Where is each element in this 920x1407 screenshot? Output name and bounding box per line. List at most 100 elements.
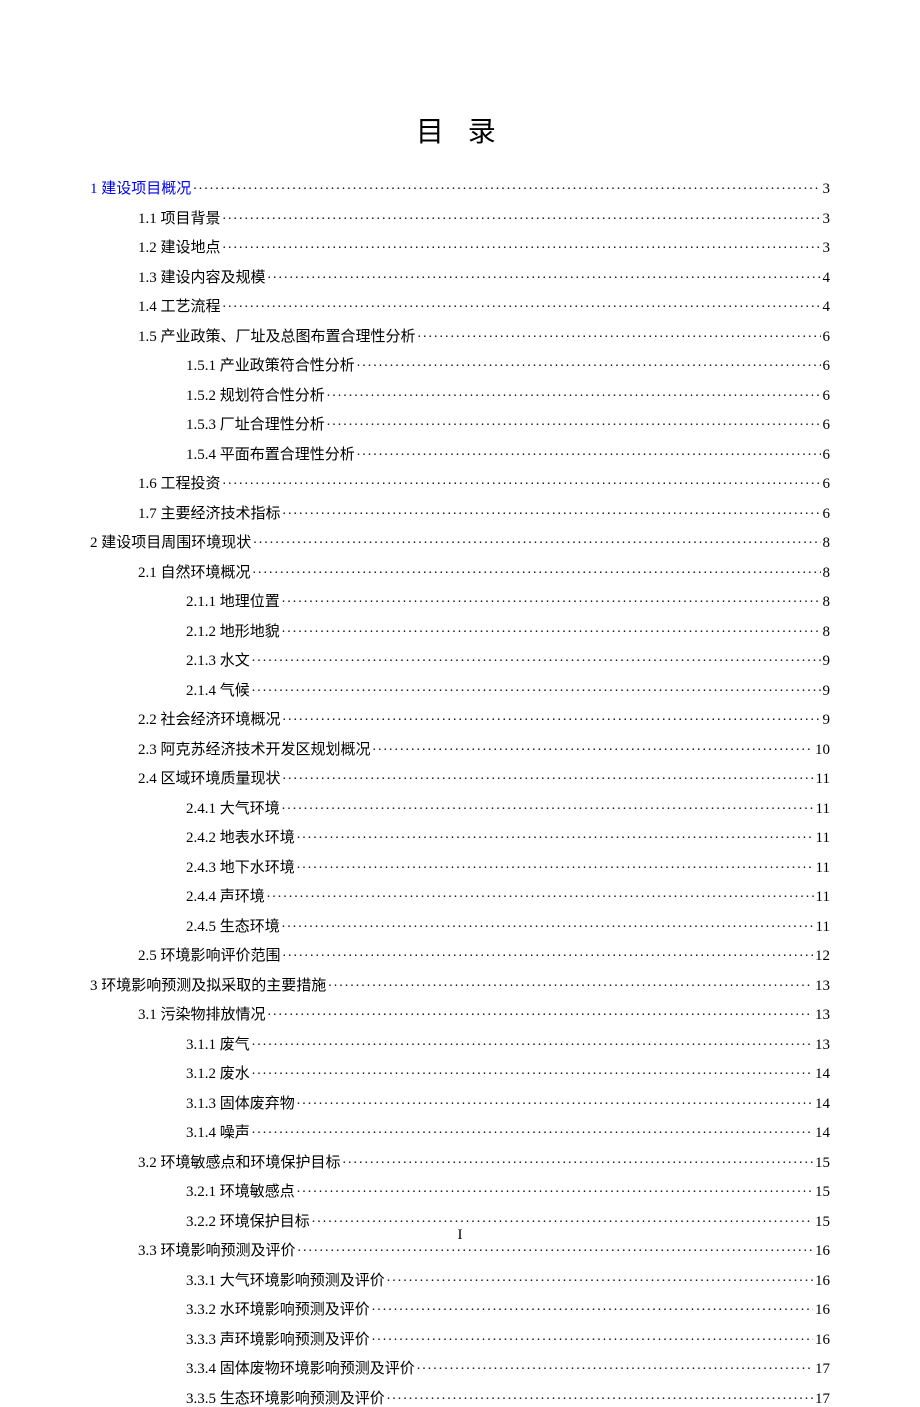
toc-leader-dots: [252, 1122, 813, 1137]
toc-entry-label: 2.4.2 地表水环境: [186, 831, 295, 846]
toc-entry-label: 3.3.2 水环境影响预测及评价: [186, 1303, 370, 1318]
toc-entry-label: 2.4.5 生态环境: [186, 920, 280, 935]
toc-entry: 1.7 主要经济技术指标 6: [90, 503, 830, 522]
toc-entry-page: 9: [823, 654, 831, 669]
toc-entry-page: 14: [815, 1097, 830, 1112]
toc-entry-label: 2.4 区域环境质量现状: [138, 772, 281, 787]
toc-entry: 2 建设项目周围环境现状8: [90, 532, 830, 551]
toc-leader-dots: [372, 1329, 813, 1344]
toc-leader-dots: [297, 1181, 813, 1196]
toc-entry-label: 3.2.1 环境敏感点: [186, 1185, 295, 1200]
toc-leader-dots: [357, 444, 821, 459]
toc-entry-label: 2.5 环境影响评价范围: [138, 949, 281, 964]
toc-entry-page: 13: [815, 1038, 830, 1053]
toc-entry-page: 9: [823, 713, 831, 728]
toc-entry: 2.3 阿克苏经济技术开发区规划概况 10: [90, 739, 830, 758]
toc-leader-dots: [252, 1034, 813, 1049]
toc-entry-page: 16: [815, 1244, 830, 1259]
toc-entry: 1.5.1 产业政策符合性分析6: [90, 355, 830, 374]
toc-entry-page: 15: [815, 1185, 830, 1200]
toc-entry[interactable]: 1 建设项目概况 3: [90, 178, 830, 197]
toc-entry-label: 1.6 工程投资: [138, 477, 221, 492]
toc-entry: 2.1.2 地形地貌8: [90, 621, 830, 640]
toc-entry-label: 3.1.1 废气: [186, 1038, 250, 1053]
toc-entry: 2.1.1 地理位置 8: [90, 591, 830, 610]
toc-entry: 3.1.3 固体废弃物14: [90, 1093, 830, 1112]
toc-entry-page: 14: [815, 1067, 830, 1082]
toc-leader-dots: [418, 326, 821, 341]
toc-entry-page: 6: [823, 448, 831, 463]
toc-entry: 3.1.2 废水14: [90, 1063, 830, 1082]
toc-entry-page: 8: [823, 536, 831, 551]
toc-leader-dots: [283, 945, 813, 960]
toc-entry: 2.1.4 气候 9: [90, 680, 830, 699]
toc-leader-dots: [417, 1358, 813, 1373]
toc-entry-label[interactable]: 1 建设项目概况: [90, 182, 191, 197]
toc-entry-label: 1.5.4 平面布置合理性分析: [186, 448, 355, 463]
toc-leader-dots: [252, 1063, 813, 1078]
toc-entry-label: 1.1 项目背景: [138, 212, 221, 227]
toc-entry-page: 13: [815, 979, 830, 994]
toc-entry-page: 13: [815, 1008, 830, 1023]
toc-entry-page: 8: [823, 595, 831, 610]
toc-entry-label: 2.4.4 声环境: [186, 890, 265, 905]
toc-leader-dots: [253, 532, 820, 547]
toc-leader-dots: [297, 1093, 813, 1108]
toc-entry-label: 2.1 自然环境概况: [138, 566, 251, 581]
toc-entry-page: 6: [823, 330, 831, 345]
toc-leader-dots: [327, 414, 821, 429]
toc-entry: 3.1.1 废气 13: [90, 1034, 830, 1053]
toc-leader-dots: [283, 768, 814, 783]
toc-entry: 2.1 自然环境概况 8: [90, 562, 830, 581]
toc-entry-label: 2.1.4 气候: [186, 684, 250, 699]
toc-leader-dots: [282, 621, 821, 636]
toc-leader-dots: [268, 267, 821, 282]
toc-leader-dots: [343, 1152, 813, 1167]
toc-entry-page: 3: [823, 241, 831, 256]
toc-entry: 2.4.4 声环境11: [90, 886, 830, 905]
toc-entry-label: 2.2 社会经济环境概况: [138, 713, 281, 728]
toc-entry: 1.4 工艺流程4: [90, 296, 830, 315]
toc-entry-label: 1.7 主要经济技术指标: [138, 507, 281, 522]
toc-entry-page: 17: [815, 1362, 830, 1377]
toc-entry-label: 3.1.4 噪声: [186, 1126, 250, 1141]
toc-leader-dots: [312, 1211, 813, 1226]
toc-entry-label: 2.4.1 大气环境: [186, 802, 280, 817]
toc-leader-dots: [328, 975, 813, 990]
toc-entry-label: 2.4.3 地下水环境: [186, 861, 295, 876]
toc-entry-page: 9: [823, 684, 831, 699]
toc-entry-label: 3 环境影响预测及拟采取的主要措施: [90, 979, 326, 994]
toc-entry-label: 1.5 产业政策、厂址及总图布置合理性分析: [138, 330, 416, 345]
toc-entry-page: 16: [815, 1303, 830, 1318]
page-title: 目 录: [90, 110, 830, 150]
toc-entry: 3.3.5 生态环境影响预测及评价 17: [90, 1388, 830, 1407]
toc-entry: 1.5 产业政策、厂址及总图布置合理性分析 6: [90, 326, 830, 345]
toc-entry-page: 10: [815, 743, 830, 758]
toc-entry-page: 8: [823, 625, 831, 640]
toc-entry: 3.3.1 大气环境影响预测及评价16: [90, 1270, 830, 1289]
toc-entry-label: 1.5.3 厂址合理性分析: [186, 418, 325, 433]
toc-entry-page: 4: [823, 271, 831, 286]
toc-entry-page: 15: [815, 1156, 830, 1171]
toc-leader-dots: [193, 178, 820, 193]
toc-entry-page: 8: [823, 566, 831, 581]
toc-entry-label: 1.2 建设地点: [138, 241, 221, 256]
toc-entry: 2.4 区域环境质量现状11: [90, 768, 830, 787]
toc-entry: 1.5.3 厂址合理性分析6: [90, 414, 830, 433]
toc-leader-dots: [282, 591, 821, 606]
toc-entry-label: 3.3 环境影响预测及评价: [138, 1244, 296, 1259]
toc-entry-label: 3.3.1 大气环境影响预测及评价: [186, 1274, 385, 1289]
toc-entry-page: 17: [815, 1392, 830, 1407]
toc-entry-label: 1.3 建设内容及规模: [138, 271, 266, 286]
toc-entry-label: 2.3 阿克苏经济技术开发区规划概况: [138, 743, 371, 758]
toc-entry: 2.5 环境影响评价范围12: [90, 945, 830, 964]
toc-leader-dots: [253, 562, 821, 577]
toc-entry-page: 11: [816, 920, 830, 935]
toc-leader-dots: [357, 355, 821, 370]
toc-entry-page: 3: [823, 182, 831, 197]
toc-entry-page: 6: [823, 507, 831, 522]
toc-entry-label: 3.3.5 生态环境影响预测及评价: [186, 1392, 385, 1407]
toc-entry: 1.3 建设内容及规模 4: [90, 267, 830, 286]
toc-entry-label: 2.1.1 地理位置: [186, 595, 280, 610]
toc-entry-label: 3.3.4 固体废物环境影响预测及评价: [186, 1362, 415, 1377]
